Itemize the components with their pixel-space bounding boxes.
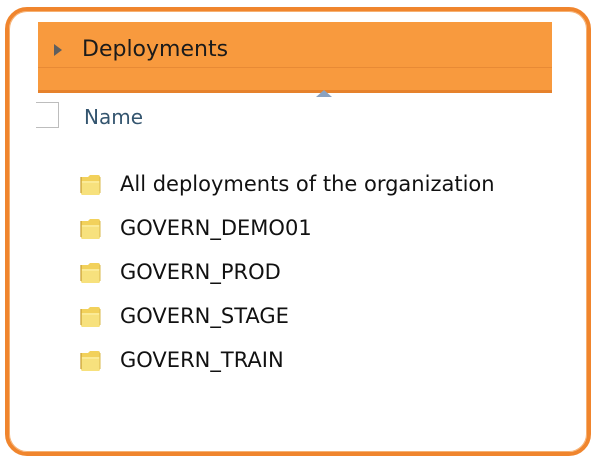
name-column-header[interactable]: Name bbox=[84, 104, 143, 130]
select-all-checkbox[interactable] bbox=[36, 102, 59, 128]
folder-item-govern-prod[interactable]: GOVERN_PROD bbox=[78, 250, 558, 294]
folder-icon bbox=[78, 258, 104, 286]
column-header-row: Name bbox=[0, 98, 560, 140]
folder-label: GOVERN_STAGE bbox=[120, 304, 289, 328]
folder-item-all-deployments[interactable]: All deployments of the organization bbox=[78, 162, 558, 206]
folder-item-govern-stage[interactable]: GOVERN_STAGE bbox=[78, 294, 558, 338]
folder-item-govern-demo01[interactable]: GOVERN_DEMO01 bbox=[78, 206, 558, 250]
folder-item-govern-train[interactable]: GOVERN_TRAIN bbox=[78, 338, 558, 382]
folder-icon bbox=[78, 346, 104, 374]
deployments-group-header[interactable]: Deployments bbox=[38, 22, 552, 93]
deployment-folder-list: All deployments of the organization GOVE… bbox=[78, 162, 558, 382]
header-divider bbox=[38, 67, 552, 68]
folder-label: All deployments of the organization bbox=[120, 172, 495, 196]
folder-label: GOVERN_DEMO01 bbox=[120, 216, 312, 240]
group-title: Deployments bbox=[82, 37, 229, 62]
triangle-right-icon[interactable] bbox=[54, 44, 62, 56]
folder-label: GOVERN_PROD bbox=[120, 260, 281, 284]
folder-icon bbox=[78, 302, 104, 330]
folder-icon bbox=[78, 170, 104, 198]
folder-icon bbox=[78, 214, 104, 242]
sort-ascending-icon bbox=[316, 90, 332, 97]
folder-label: GOVERN_TRAIN bbox=[120, 348, 284, 372]
